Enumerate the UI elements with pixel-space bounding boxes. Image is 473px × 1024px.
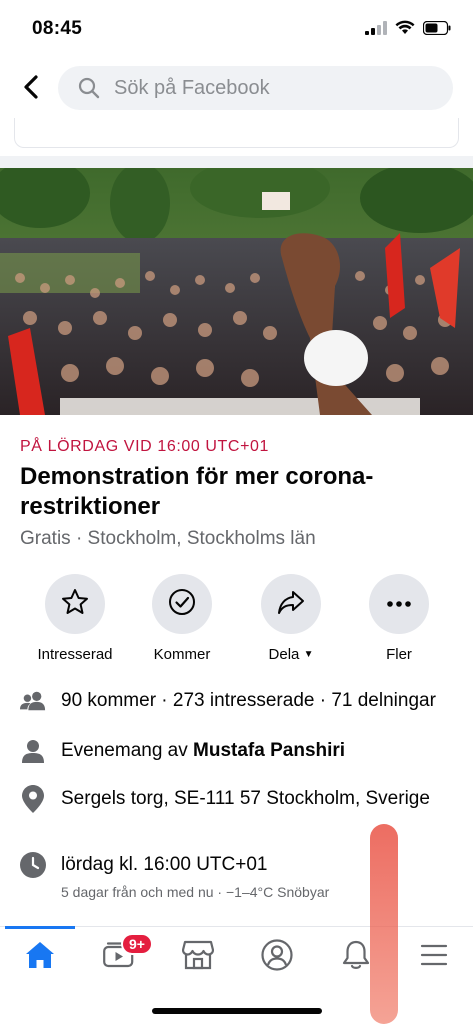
active-tab-indicator: [5, 926, 75, 929]
going-label: Kommer: [153, 646, 211, 663]
more-label: Fler: [386, 646, 412, 663]
event-subtitle: Gratis · Stockholm, Stockholms län: [20, 528, 316, 549]
share-label: Dela ▼: [236, 646, 346, 663]
home-indicator[interactable]: [152, 1008, 322, 1014]
battery-icon: [422, 20, 451, 40]
previous-card-edge: [14, 118, 459, 148]
video-notification-badge: 9+: [121, 933, 153, 955]
host-prefix: Evenemang av: [61, 740, 194, 761]
location-pin-icon: [20, 785, 46, 813]
more-circle[interactable]: [369, 574, 429, 634]
event-actions: Intresserad Kommer Dela ▼ Fler: [0, 574, 473, 666]
host-text: Evenemang av Mustafa Panshiri: [61, 738, 345, 763]
home-icon: [25, 941, 55, 974]
back-button[interactable]: [14, 72, 48, 106]
person-icon: [20, 738, 46, 764]
event-title: Demonstration för mer corona-restriktion…: [20, 463, 374, 520]
interested-button[interactable]: Intresserad: [20, 574, 130, 666]
notifications-icon: [342, 939, 370, 976]
interested-circle[interactable]: [45, 574, 105, 634]
red-marker-annotation: [370, 824, 398, 1024]
wifi-icon: [395, 20, 415, 40]
time-text: lördag kl. 16:00 UTC+01: [61, 854, 268, 875]
tab-profile[interactable]: [237, 927, 316, 987]
tab-video[interactable]: 9+: [79, 927, 158, 987]
check-circle-icon: [167, 587, 197, 622]
attendance-text: 90 kommer · 273 intresserade · 71 delnin…: [61, 690, 436, 711]
star-icon: [60, 587, 90, 622]
search-input[interactable]: Sök på Facebook: [58, 66, 453, 110]
event-date-line: PÅ LÖRDAG VID 16:00 UTC+01: [20, 438, 270, 455]
status-time: 08:45: [32, 18, 83, 39]
marketplace-icon: [181, 940, 214, 975]
people-icon: [20, 688, 46, 714]
share-button[interactable]: Dela ▼: [236, 574, 346, 666]
time-detail-text: 5 dagar från och med nu · −1–4°C Snöbyar: [61, 884, 330, 900]
search-placeholder: Sök på Facebook: [114, 76, 270, 99]
location-text: Sergels torg, SE-111 57 Stockholm, Sveri…: [61, 788, 430, 809]
host-name[interactable]: Mustafa Panshiri: [193, 740, 345, 761]
search-row: Sök på Facebook: [0, 60, 473, 118]
share-icon: [276, 587, 306, 622]
search-icon: [78, 77, 100, 99]
signal-icon: [365, 20, 387, 40]
status-bar: 08:45: [0, 0, 473, 56]
status-icons: [365, 20, 451, 40]
more-button[interactable]: Fler: [344, 574, 454, 666]
interested-label: Intresserad: [37, 646, 113, 663]
back-arrow-icon: [23, 74, 39, 104]
share-label-text: Dela: [268, 646, 300, 663]
share-circle[interactable]: [261, 574, 321, 634]
caret-down-icon: ▼: [303, 649, 314, 660]
section-divider: [0, 156, 473, 168]
going-circle[interactable]: [152, 574, 212, 634]
tab-marketplace[interactable]: [158, 927, 237, 987]
event-cover-photo[interactable]: [0, 168, 473, 415]
going-button[interactable]: Kommer: [127, 574, 237, 666]
clock-icon: [20, 852, 46, 878]
profile-icon: [260, 938, 293, 976]
menu-icon: [420, 943, 448, 972]
tab-menu[interactable]: [394, 927, 473, 987]
tab-home[interactable]: [0, 926, 79, 987]
more-icon: [386, 595, 412, 613]
bottom-tab-bar: 9+: [0, 926, 473, 986]
